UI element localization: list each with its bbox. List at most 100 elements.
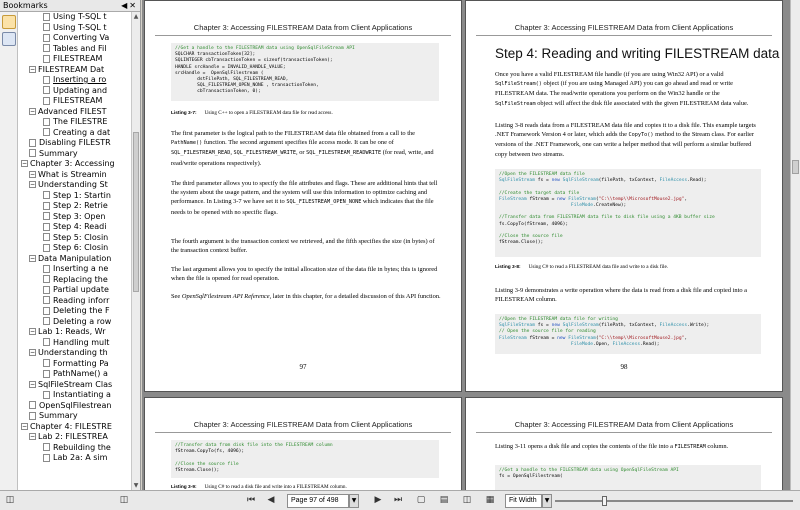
zoom-slider-knob[interactable] xyxy=(601,496,607,506)
toggle-panel-icon[interactable]: ◫ xyxy=(116,494,132,508)
bookmark-item[interactable]: − Lab 2: FILESTREA xyxy=(19,432,140,443)
bookmark-item[interactable]: − Understanding th xyxy=(19,348,140,359)
continuous-facing-icon[interactable]: ▦ xyxy=(482,494,498,508)
zoom-slider[interactable] xyxy=(555,496,793,506)
page-icon xyxy=(43,128,50,136)
bookmark-item[interactable]: PathName() a xyxy=(19,369,140,380)
code-token: cbTransactionToken, 0); xyxy=(175,89,261,95)
continuous-page-icon[interactable]: ▤ xyxy=(436,494,452,508)
scroll-down-icon[interactable]: ▼ xyxy=(132,481,140,490)
close-panel-icon[interactable]: ✕ xyxy=(129,1,138,10)
code-token: //Get a handle to the FILESTREAM data us… xyxy=(499,468,679,473)
scroll-up-icon[interactable]: ▲ xyxy=(132,12,140,21)
bookmark-item[interactable]: Inserting a ro xyxy=(19,75,140,86)
previous-page-icon[interactable]: ◀ xyxy=(263,494,279,508)
bookmark-item[interactable]: Inserting a ne xyxy=(19,264,140,275)
thumbnails-tab-icon[interactable] xyxy=(2,32,16,46)
expand-toggle-icon[interactable]: − xyxy=(29,181,36,188)
bookmark-item[interactable]: Instantiating a xyxy=(19,390,140,401)
running-head: Chapter 3: Accessing FILESTREAM Data fro… xyxy=(476,23,772,36)
toggle-sidebar-icon[interactable]: ◫ xyxy=(2,494,18,508)
bookmark-item[interactable]: OpenSqlFilestrean xyxy=(19,401,140,412)
last-page-icon[interactable]: ⏭ xyxy=(390,494,406,508)
expand-toggle-icon[interactable]: − xyxy=(21,422,28,430)
bookmark-item[interactable]: Using T-SQL t xyxy=(19,23,140,34)
bookmark-item[interactable]: Using T-SQL t xyxy=(19,12,140,23)
text-run: , or xyxy=(296,149,307,157)
page-icon xyxy=(43,191,50,199)
document-viewport[interactable]: Chapter 3: Accessing FILESTREAM Data fro… xyxy=(142,0,790,490)
bookmark-item[interactable]: Lab 2a: A sim xyxy=(19,453,140,464)
bookmark-item[interactable]: Updating and xyxy=(19,86,140,97)
bookmarks-scroll-thumb[interactable] xyxy=(133,132,139,292)
next-page-icon[interactable]: ▶ xyxy=(370,494,386,508)
bookmark-label: Inserting a ne xyxy=(53,264,109,273)
bookmark-item[interactable]: Step 5: Closin xyxy=(19,233,140,244)
bookmark-item[interactable]: Step 3: Open xyxy=(19,212,140,223)
single-page-icon[interactable]: ▢ xyxy=(413,494,429,508)
page-number: 98 xyxy=(620,363,628,371)
bookmark-item[interactable]: Summary xyxy=(19,149,140,160)
expand-toggle-icon[interactable]: − xyxy=(29,65,36,73)
expand-toggle-icon[interactable]: − xyxy=(29,170,36,178)
bookmark-item[interactable]: Step 6: Closin xyxy=(19,243,140,254)
page-dropdown-icon[interactable]: ▼ xyxy=(349,494,359,508)
expand-toggle-icon[interactable]: − xyxy=(29,107,36,115)
bookmark-label: Partial update xyxy=(53,285,109,294)
bookmark-item[interactable]: − Lab 1: Reads, Wr xyxy=(19,327,140,338)
bookmarks-scrollbar[interactable]: ▲ ▼ xyxy=(131,12,140,490)
code-token: new xyxy=(551,178,560,184)
bookmark-item[interactable]: Formatting Pa xyxy=(19,359,140,370)
page-number-field[interactable]: Page 97 of 498 xyxy=(287,494,349,508)
bookmark-item[interactable]: Reading inforr xyxy=(19,296,140,307)
code-token: SqlFileStream xyxy=(499,178,535,184)
bookmark-item[interactable]: Tables and Fil xyxy=(19,44,140,55)
bookmark-item[interactable]: − FILESTREAM Dat xyxy=(19,65,140,76)
bookmark-item[interactable]: FILESTREAM xyxy=(19,96,140,107)
code-token: dstFilePath, SQL_FILESTREAM_READ, xyxy=(175,77,289,83)
bookmark-item[interactable]: Handling mult xyxy=(19,338,140,349)
bookmark-item[interactable]: Summary xyxy=(19,411,140,422)
bookmark-item[interactable]: − Understanding St xyxy=(19,180,140,191)
bookmark-item[interactable]: Rebuilding the xyxy=(19,443,140,454)
page-icon xyxy=(43,453,50,462)
expand-toggle-icon[interactable]: − xyxy=(29,254,36,262)
page-icon xyxy=(43,443,50,451)
bookmark-item[interactable]: − Data Manipulation xyxy=(19,254,140,265)
bookmark-item[interactable]: − Chapter 4: FILESTRE xyxy=(19,422,140,433)
bookmark-item[interactable]: − Chapter 3: Accessing xyxy=(19,159,140,170)
bookmark-item[interactable]: Replacing the xyxy=(19,275,140,286)
bookmark-label: Step 2: Retrie xyxy=(53,201,108,210)
bookmark-item[interactable]: Deleting a row xyxy=(19,317,140,328)
paragraph: The third parameter allows you to specif… xyxy=(171,179,441,217)
expand-toggle-icon[interactable]: − xyxy=(29,328,36,335)
expand-toggle-icon[interactable]: − xyxy=(21,160,28,167)
bookmark-item[interactable]: Creating a dat xyxy=(19,128,140,139)
page-icon xyxy=(43,306,50,315)
first-page-icon[interactable]: ⏮ xyxy=(243,494,259,508)
zoom-dropdown-icon[interactable]: ▼ xyxy=(542,494,552,508)
bookmark-item[interactable]: Step 1: Startin xyxy=(19,191,140,202)
zoom-mode-field[interactable]: Fit Width xyxy=(505,494,542,508)
bookmark-item[interactable]: Step 2: Retrie xyxy=(19,201,140,212)
expand-toggle-icon[interactable]: − xyxy=(29,380,36,388)
text-run: OpenSqlFilestream API Reference xyxy=(181,293,270,300)
document-scrollbar[interactable] xyxy=(790,0,800,490)
bookmark-item[interactable]: Disabling FILESTR xyxy=(19,138,140,149)
bookmark-item[interactable]: FILESTREAM xyxy=(19,54,140,65)
bookmark-item[interactable]: Step 4: Readi xyxy=(19,222,140,233)
bookmark-item[interactable]: The FILESTRE xyxy=(19,117,140,128)
document-scroll-thumb[interactable] xyxy=(792,160,799,174)
bookmark-item[interactable]: − What is Streamin xyxy=(19,170,140,181)
bookmark-item[interactable]: Partial update xyxy=(19,285,140,296)
bookmark-item[interactable]: Converting Va xyxy=(19,33,140,44)
bookmark-item[interactable]: − Advanced FILEST xyxy=(19,107,140,118)
bookmarks-tab-icon[interactable] xyxy=(2,15,16,29)
facing-pages-icon[interactable]: ◫ xyxy=(459,494,475,508)
bookmark-item[interactable]: − SqlFileStream Clas xyxy=(19,380,140,391)
code-token: fStream.Close(); xyxy=(175,467,220,473)
expand-toggle-icon[interactable]: − xyxy=(29,349,36,356)
expand-toggle-icon[interactable]: − xyxy=(29,433,36,440)
code-listing-3-9: //Open the FILESTREAM data file for writ… xyxy=(495,314,761,354)
bookmark-item[interactable]: Deleting the F xyxy=(19,306,140,317)
